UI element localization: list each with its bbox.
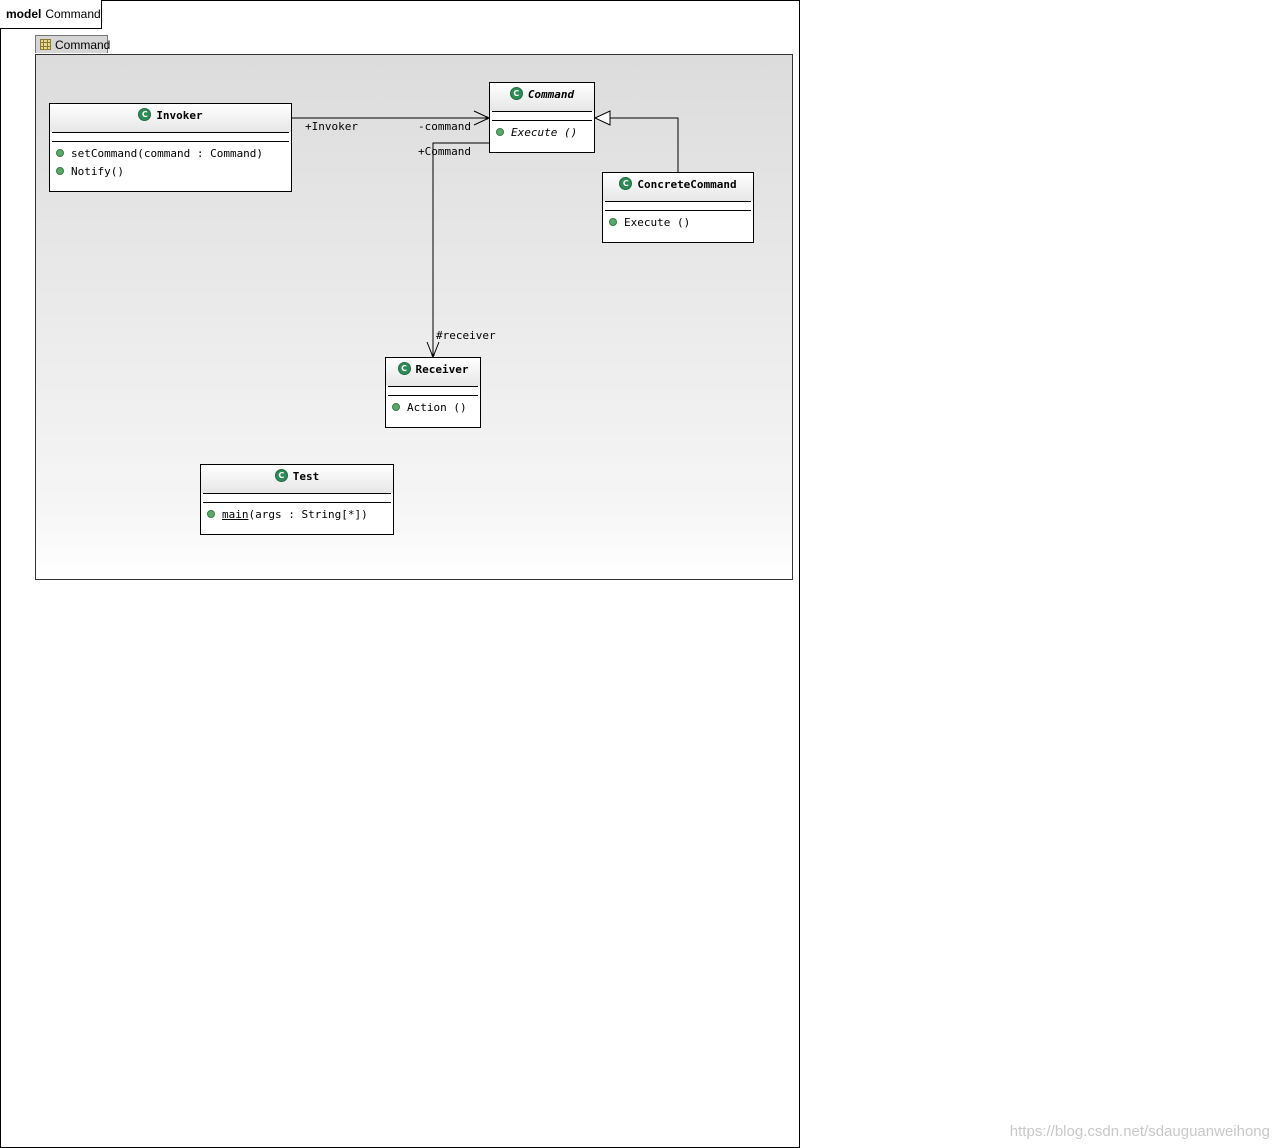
operation-params: (args : String[*]): [248, 508, 368, 521]
generalization-arrowhead: [593, 110, 611, 126]
class-icon: C: [138, 107, 152, 121]
class-icon: C: [509, 86, 523, 100]
class-invoker-name: Invoker: [156, 109, 203, 122]
generalization-line: [610, 117, 679, 172]
public-operation-icon: [392, 403, 400, 411]
class-receiver[interactable]: C Receiver Action (): [385, 357, 481, 428]
operations-compartment: main(args : String[*]): [201, 503, 393, 526]
operation[interactable]: Execute (): [609, 214, 753, 232]
operation[interactable]: Execute (): [496, 124, 594, 142]
public-operation-icon: [56, 167, 64, 175]
receiver-role-label: #receiver: [436, 329, 496, 342]
operations-compartment: Execute (): [603, 211, 753, 234]
public-operation-icon: [56, 149, 64, 157]
class-icon: C: [619, 176, 633, 190]
operations-compartment: Execute (): [490, 121, 594, 144]
command-role-label-to-receiver: +Command: [418, 145, 471, 158]
static-operation-name: main: [222, 508, 249, 521]
class-command-name: Command: [527, 88, 575, 101]
attributes-compartment: [50, 133, 291, 141]
class-command[interactable]: C Command Execute (): [489, 82, 595, 153]
class-icon: C: [274, 468, 288, 482]
class-concrete-command[interactable]: C ConcreteCommand Execute (): [602, 172, 754, 243]
watermark: https://blog.csdn.net/sdauguanweihong: [1009, 1123, 1270, 1140]
class-receiver-header: C Receiver: [386, 358, 480, 386]
class-concrete-command-header: C ConcreteCommand: [603, 173, 753, 201]
attributes-compartment: [490, 112, 594, 120]
operation[interactable]: Notify(): [56, 163, 291, 181]
operation[interactable]: main(args : String[*]): [207, 506, 393, 524]
class-invoker[interactable]: C Invoker setCommand(command : Command) N…: [49, 103, 292, 192]
operation[interactable]: setCommand(command : Command): [56, 145, 291, 163]
command-role-label-from-invoker: -command: [418, 120, 471, 133]
class-test-name: Test: [292, 470, 320, 483]
operations-compartment: setCommand(command : Command) Notify(): [50, 142, 291, 183]
attributes-compartment: [386, 387, 480, 395]
operation[interactable]: Action (): [392, 399, 480, 417]
class-receiver-name: Receiver: [415, 363, 469, 376]
operations-compartment: Action (): [386, 396, 480, 419]
public-operation-icon: [609, 218, 617, 226]
attributes-compartment: [201, 494, 393, 502]
class-test-header: C Test: [201, 465, 393, 493]
public-operation-icon: [207, 510, 215, 518]
class-concrete-command-name: ConcreteCommand: [637, 178, 737, 191]
class-icon: C: [397, 361, 411, 375]
class-invoker-header: C Invoker: [50, 104, 291, 132]
public-operation-icon: [496, 128, 504, 136]
invoker-role-label: +Invoker: [305, 120, 358, 133]
attributes-compartment: [603, 202, 753, 210]
command-receiver-association: [432, 142, 489, 357]
class-test[interactable]: C Test main(args : String[*]): [200, 464, 394, 535]
class-command-header: C Command: [490, 83, 594, 111]
